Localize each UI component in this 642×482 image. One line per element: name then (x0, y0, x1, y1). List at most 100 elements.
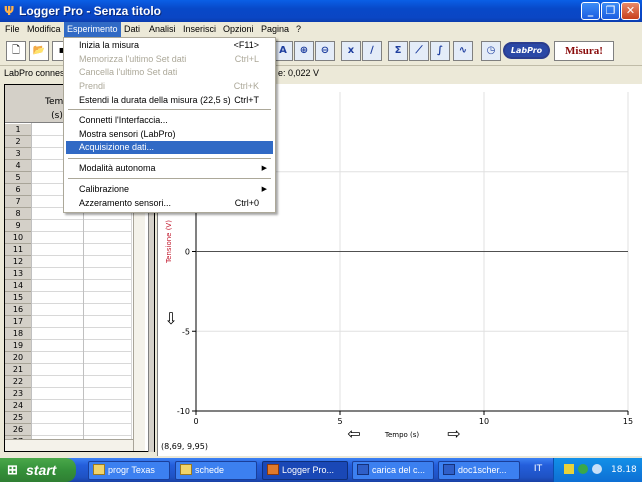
menu-item-prendi[interactable]: Prendi Ctrl+K (66, 80, 273, 93)
misura-button[interactable]: Misura! (554, 41, 614, 61)
row-number[interactable]: 16 (5, 304, 31, 316)
menu-item-azzeramento-sensori[interactable]: Azzeramento sensori... Ctrl+0 (66, 197, 273, 210)
row-number[interactable]: 17 (5, 316, 31, 328)
window-title: Logger Pro - Senza titolo (19, 4, 162, 18)
menu-dati[interactable]: Dati (121, 22, 143, 37)
taskbar-button-schede[interactable]: schede (175, 461, 257, 480)
close-button[interactable]: ✕ (621, 2, 640, 20)
row-number[interactable]: 26 (5, 424, 31, 436)
zoom-in-icon[interactable]: ⊕ (294, 41, 314, 61)
tangent-icon[interactable]: ∕ (362, 41, 382, 61)
table-row[interactable] (31, 256, 132, 268)
taskbar-button-logger-pro[interactable]: Logger Pro... (262, 461, 348, 480)
table-row[interactable] (31, 388, 132, 400)
table-horizontal-scrollbar[interactable] (5, 439, 133, 451)
start-button[interactable]: ⊞ start (0, 458, 76, 482)
table-row[interactable] (31, 292, 132, 304)
menu-item-calibrazione[interactable]: Calibrazione ▶ (66, 183, 273, 196)
windows-flag-icon: ⊞ (7, 462, 18, 477)
row-number[interactable]: 2 (5, 136, 31, 148)
menu-item-mostra-sensori[interactable]: Mostra sensori (LabPro) (66, 128, 273, 141)
menu-item-memorizza[interactable]: Memorizza l'ultimo Set dati Ctrl+L (66, 53, 273, 66)
zoom-out-icon[interactable]: ⊖ (315, 41, 335, 61)
row-number[interactable]: 11 (5, 244, 31, 256)
open-folder-icon[interactable]: 📂 (29, 41, 49, 61)
menu-item-shortcut: Ctrl+T (234, 95, 259, 105)
row-number[interactable]: 22 (5, 376, 31, 388)
row-number[interactable]: 7 (5, 196, 31, 208)
menu-inserisci[interactable]: Inserisci (180, 22, 219, 37)
table-row[interactable] (31, 280, 132, 292)
taskbar-button-progr-texas[interactable]: progr Texas (88, 461, 170, 480)
minimize-button[interactable]: _ (581, 2, 600, 20)
menu-analisi[interactable]: Analisi (146, 22, 179, 37)
statistics-icon[interactable]: Σ (388, 41, 408, 61)
row-number[interactable]: 24 (5, 400, 31, 412)
row-number[interactable]: 5 (5, 172, 31, 184)
menu-item-acquisizione-dati[interactable]: Acquisizione dati... (66, 141, 273, 154)
row-number[interactable]: 23 (5, 388, 31, 400)
row-number[interactable]: 19 (5, 340, 31, 352)
menu-help[interactable]: ? (293, 22, 304, 37)
new-file-icon[interactable]: 🗋 (6, 41, 26, 61)
examine-icon[interactable]: x (341, 41, 361, 61)
menu-item-connetti-interfaccia[interactable]: Connetti l'Interfaccia... (66, 114, 273, 127)
taskbar-button-doc1[interactable]: doc1scher... (438, 461, 520, 480)
linear-fit-icon[interactable]: ⟋ (409, 41, 429, 61)
curve-fit-icon[interactable]: ∿ (453, 41, 473, 61)
table-row[interactable] (31, 364, 132, 376)
row-number[interactable]: 9 (5, 220, 31, 232)
language-indicator[interactable]: IT (530, 461, 546, 478)
labpro-button[interactable]: LabPro (503, 42, 550, 59)
restore-button[interactable]: ❐ (601, 2, 620, 20)
table-row[interactable] (31, 316, 132, 328)
table-row[interactable] (31, 376, 132, 388)
row-number[interactable]: 12 (5, 256, 31, 268)
menu-item-estendi-durata[interactable]: Estendi la durata della misura (22,5 s) C… (66, 94, 273, 107)
table-row[interactable] (31, 268, 132, 280)
table-row[interactable] (31, 352, 132, 364)
row-number[interactable]: 13 (5, 268, 31, 280)
taskbar-button-label: schede (195, 465, 225, 475)
data-collection-icon[interactable]: ◷ (481, 41, 501, 61)
menu-file[interactable]: File (2, 22, 23, 37)
row-number[interactable]: 10 (5, 232, 31, 244)
menu-pagina[interactable]: Pagina (258, 22, 292, 37)
row-number[interactable]: 3 (5, 148, 31, 160)
title-bar[interactable]: Ψ Logger Pro - Senza titolo _ ❐ ✕ (0, 0, 642, 22)
menu-item-shortcut: Ctrl+0 (234, 198, 259, 208)
menu-item-modalita-autonoma[interactable]: Modalità autonoma ▶ (66, 162, 273, 175)
row-number[interactable]: 14 (5, 280, 31, 292)
table-row[interactable] (31, 304, 132, 316)
row-number[interactable]: 4 (5, 160, 31, 172)
menu-opzioni[interactable]: Opzioni (220, 22, 257, 37)
table-row[interactable] (31, 424, 132, 436)
table-row[interactable] (31, 340, 132, 352)
row-number[interactable]: 21 (5, 364, 31, 376)
row-number[interactable]: 6 (5, 184, 31, 196)
y-tick-label: -10 (177, 407, 190, 416)
autoscale-icon[interactable]: A (273, 41, 293, 61)
menu-item-inizia-misura[interactable]: Inizia la misura <F11> (66, 39, 273, 52)
network-icon[interactable] (578, 464, 588, 474)
integral-icon[interactable]: ∫ (430, 41, 450, 61)
table-row[interactable] (31, 328, 132, 340)
menu-modifica[interactable]: Modifica (24, 22, 64, 37)
row-number[interactable]: 18 (5, 328, 31, 340)
taskbar-button-carica[interactable]: carica del c... (352, 461, 434, 480)
row-number[interactable]: 25 (5, 412, 31, 424)
menu-item-cancella[interactable]: Cancella l'ultimo Set dati (66, 66, 273, 79)
row-number[interactable]: 8 (5, 208, 31, 220)
volume-icon[interactable] (592, 464, 602, 474)
row-number[interactable]: 15 (5, 292, 31, 304)
tray-app-icon[interactable] (564, 464, 574, 474)
table-row[interactable] (31, 220, 132, 232)
table-row[interactable] (31, 412, 132, 424)
table-row[interactable] (31, 244, 132, 256)
menu-esperimento[interactable]: Esperimento (64, 22, 121, 37)
table-row[interactable] (31, 232, 132, 244)
row-number[interactable]: 1 (5, 124, 31, 136)
row-number[interactable]: 20 (5, 352, 31, 364)
word-document-icon (443, 464, 455, 475)
table-row[interactable] (31, 400, 132, 412)
